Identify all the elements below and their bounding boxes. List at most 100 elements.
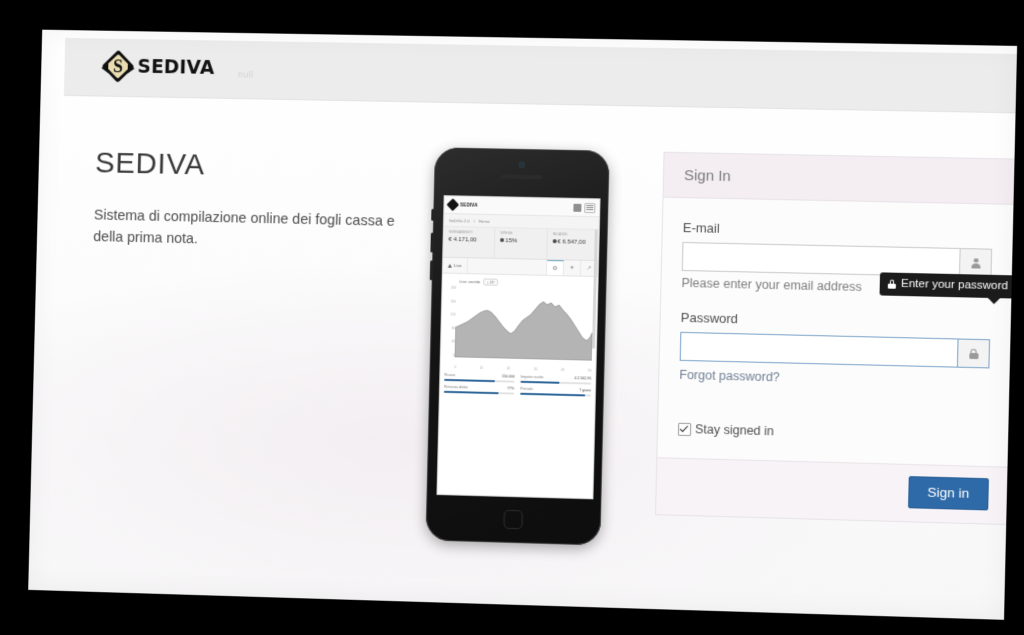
phone-metric-cell: Periodo 7 giorni: [520, 387, 591, 397]
stay-signed-in-row[interactable]: Stay signed in: [677, 422, 988, 444]
phone-menu-icon[interactable]: [584, 202, 596, 213]
app-header-bar: S SEDIVA null: [63, 37, 1017, 114]
clock-icon: [500, 238, 505, 243]
appbar-ghost-label: null: [237, 69, 254, 80]
hero-section: SEDIVA Sistema di compilazione online de…: [93, 147, 419, 256]
perspective-wrapper: S SEDIVA null SEDIVA Sistema di compilaz…: [0, 0, 1024, 635]
phone-mockup: SEDIVA SeDiVa 2.0 / Home VERSAMENTI € 4.…: [425, 147, 610, 546]
phone-area-chart: [454, 286, 594, 361]
phone-metric-cell: Rimanza diritto 77%: [443, 385, 515, 395]
phone-metric-value: 4.2.562,95: [574, 376, 592, 381]
phone-stat-label: VERSAMENTI: [448, 229, 473, 235]
phone-breadcrumb-sep: /: [473, 218, 475, 224]
password-tooltip: Enter your password: [879, 272, 1018, 299]
phone-logo-icon: [446, 198, 460, 212]
x-tick: 20: [506, 366, 511, 371]
brand-logo[interactable]: S SEDIVA: [101, 49, 215, 84]
phone-metric-bar: [520, 380, 592, 385]
phone-camera-icon: [518, 161, 525, 168]
phone-metric-bar: [520, 392, 591, 397]
phone-metric-value: 7 giorni: [579, 388, 592, 393]
phone-metric-row: Rimanza diritto 77% Periodo 7 giorni: [443, 385, 591, 397]
phone-metric-label: Periodo: [520, 386, 533, 392]
phone-stats-row: VERSAMENTI € 4.171,00 SPESE 15% INCASSI …: [443, 226, 599, 262]
phone-tab-gear-icon[interactable]: ⚙: [546, 259, 565, 276]
phone-metrics-panel: Ricavo 150.000 Importo ricette 4.2.562,9…: [439, 370, 596, 405]
sediva-diamond-icon: S: [101, 49, 135, 84]
phone-stat-value: € 6.547,00: [552, 239, 595, 246]
phone-stat-label: INCASSI: [552, 232, 568, 237]
cart-icon: [552, 239, 557, 244]
phone-metric-label: Importo ricette: [520, 374, 544, 380]
signin-footer: Sign in: [656, 457, 1008, 525]
phone-metric-line: Ricavo 150.000: [444, 373, 514, 379]
password-tooltip-text: Enter your password: [900, 277, 1009, 293]
x-tick: 0: [454, 365, 457, 370]
logo-s-glyph: S: [112, 56, 124, 77]
x-tick: 40: [560, 367, 565, 372]
chart-icon: [447, 263, 452, 268]
x-tick: 10: [479, 365, 484, 370]
phone-metric-bar: [444, 378, 515, 383]
browser-page: S SEDIVA null SEDIVA Sistema di compilaz…: [28, 29, 1018, 620]
phone-screen: SEDIVA SeDiVa 2.0 / Home VERSAMENTI € 4.…: [436, 195, 601, 500]
email-label: E-mail: [682, 220, 720, 236]
phone-metric-line: Importo ricette 4.2.562,95: [521, 375, 592, 381]
screenshot-stage: S SEDIVA null SEDIVA Sistema di compilaz…: [0, 0, 1024, 635]
x-tick: 30: [533, 367, 538, 372]
phone-breadcrumb-item-0[interactable]: SeDiVa 2.0: [449, 218, 470, 223]
brand-name-label: SEDIVA: [137, 55, 215, 79]
phone-tab-star-icon[interactable]: ✦: [563, 260, 582, 276]
phone-chart-badge[interactable]: + 18°: [483, 278, 499, 286]
password-field[interactable]: [679, 331, 958, 368]
page-title: SEDIVA: [94, 146, 206, 182]
phone-breadcrumb-item-1[interactable]: Home: [479, 218, 490, 223]
phone-tab-spacer: [467, 258, 548, 275]
hero-subtitle: Sistema di compilazione online dei fogli…: [93, 207, 395, 248]
phone-chart-panel: Live ventite + 18° 200 160 120 80 40 0 0…: [440, 273, 598, 375]
phone-tab-live[interactable]: Live: [442, 257, 468, 274]
phone-metric-label: Ricavo: [444, 372, 456, 378]
user-icon: [970, 257, 980, 268]
phone-stat-card: VERSAMENTI € 4.171,00: [443, 226, 496, 258]
phone-header-spacer: [481, 205, 571, 207]
forgot-password-link[interactable]: Forgot password?: [679, 368, 780, 385]
phone-volume-up-button: [430, 232, 434, 253]
phone-metric-row: Ricavo 150.000 Importo ricette 4.2.562,9…: [444, 373, 591, 385]
password-label: Password: [680, 309, 739, 327]
phone-chart-title: Live ventite: [459, 278, 481, 285]
x-tick: 50: [587, 368, 592, 373]
phone-user-icon[interactable]: [573, 203, 582, 212]
phone-volume-down-button: [429, 260, 434, 281]
phone-chart-x-axis: 0 10 20 30 40 50: [454, 365, 591, 372]
sign-in-button[interactable]: Sign in: [907, 476, 989, 511]
phone-home-button: [503, 509, 523, 530]
signin-panel: Sign In E-mail Please enter your email a…: [655, 151, 1015, 526]
signin-form: E-mail Please enter your email address P…: [657, 197, 1014, 467]
password-addon: [956, 338, 991, 369]
phone-metric-label: Rimanza diritto: [443, 384, 468, 390]
phone-stat-value: 15%: [500, 238, 543, 245]
phone-logo-label: SEDIVA: [460, 202, 478, 208]
phone-speaker-icon: [500, 174, 543, 180]
lock-icon: [888, 279, 896, 288]
email-input-group[interactable]: [681, 241, 993, 278]
phone-tab-label: Live: [453, 262, 462, 269]
phone-silent-switch: [431, 208, 435, 221]
phone-metric-bar: [443, 390, 515, 395]
signin-panel-title: Sign In: [663, 152, 1015, 205]
phone-metric-line: Periodo 7 giorni: [520, 387, 591, 393]
stay-signed-in-checkbox[interactable]: [677, 422, 692, 436]
phone-metric-line: Rimanza diritto 77%: [444, 385, 514, 391]
lock-icon: [968, 348, 978, 359]
phone-stat-card: SPESE 15%: [495, 228, 548, 259]
phone-stat-label: SPESE: [500, 231, 513, 236]
password-input-group[interactable]: [679, 331, 991, 369]
phone-stat-value: € 4.171,00: [448, 236, 477, 244]
phone-stat-card: INCASSI € 6.547,00: [547, 229, 599, 260]
phone-metric-cell: Ricavo 150.000: [444, 373, 515, 383]
phone-metric-value: 150.000: [501, 374, 515, 379]
email-field[interactable]: [681, 241, 960, 278]
phone-metric-cell: Importo ricette 4.2.562,95: [520, 375, 591, 385]
stay-signed-in-label: Stay signed in: [694, 422, 775, 439]
